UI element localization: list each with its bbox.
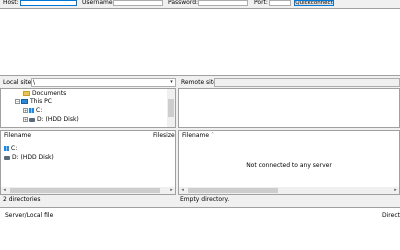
file-row[interactable]: D: (HDD Disk) <box>4 154 54 161</box>
scroll-thumb[interactable] <box>168 99 174 117</box>
scroll-thumb[interactable] <box>10 188 160 193</box>
local-tree[interactable]: Documents − This PC + C: + D: (HDD Disk) <box>0 88 176 128</box>
username-label: Username: <box>82 0 115 6</box>
username-input[interactable] <box>113 0 163 6</box>
file-name: C: <box>11 145 18 152</box>
password-input[interactable] <box>198 0 248 6</box>
expand-icon[interactable]: + <box>23 117 28 122</box>
remote-tree[interactable] <box>178 88 400 128</box>
scroll-right-icon[interactable]: ▸ <box>392 187 399 194</box>
tree-item-label: C: <box>36 107 43 114</box>
tree-item-label: This PC <box>30 98 52 105</box>
drive-icon <box>29 117 35 122</box>
host-label: Host: <box>3 0 19 6</box>
local-status: 2 directories <box>3 196 41 203</box>
tree-item-d-drive[interactable]: + D: (HDD Disk) <box>23 116 79 123</box>
host-input[interactable] <box>20 0 77 6</box>
file-name: D: (HDD Disk) <box>12 154 54 161</box>
remote-status: Empty directory. <box>180 196 230 203</box>
scroll-thumb[interactable] <box>188 188 278 193</box>
tree-item-c-drive[interactable]: + C: <box>23 107 42 114</box>
local-hscrollbar[interactable]: ◂ ▸ <box>1 187 175 194</box>
remote-hscrollbar[interactable]: ◂ ▸ <box>179 187 399 194</box>
local-path-text: \ <box>33 79 36 86</box>
expand-icon[interactable]: + <box>23 108 28 113</box>
folder-icon <box>23 91 30 96</box>
windows-drive-icon <box>29 108 34 113</box>
password-label: Password: <box>168 0 199 6</box>
computer-icon <box>21 99 28 104</box>
tree-item-this-pc[interactable]: − This PC <box>15 98 52 105</box>
remote-site-bar: Remote site: <box>178 77 400 88</box>
drive-icon <box>4 155 10 160</box>
quickconnect-button[interactable]: Quickconnect <box>294 0 334 6</box>
remote-site-input[interactable] <box>214 78 400 87</box>
port-label: Port: <box>254 0 268 6</box>
transfer-queue[interactable]: Server/Local file Directi <box>0 207 400 250</box>
sort-icon: ˄ <box>211 132 214 139</box>
column-filename[interactable]: Filename <box>4 131 31 140</box>
local-site-label: Local site: <box>3 79 34 86</box>
tree-scrollbar[interactable] <box>167 89 175 127</box>
file-row[interactable]: C: <box>4 145 17 152</box>
scroll-right-icon[interactable]: ▸ <box>168 187 175 194</box>
windows-drive-icon <box>4 146 9 151</box>
local-site-bar: Local site: \ ▾ <box>0 77 177 88</box>
tree-item-documents[interactable]: Documents <box>23 90 66 97</box>
port-input[interactable] <box>269 0 291 6</box>
tree-item-label: Documents <box>32 90 67 97</box>
tree-item-label: D: (HDD Disk) <box>37 116 79 123</box>
message-log[interactable] <box>0 8 400 76</box>
local-file-list[interactable]: Filename Filesize C: D: (HDD Disk) ◂ ▸ <box>0 130 176 195</box>
scroll-left-icon[interactable]: ◂ <box>1 187 8 194</box>
column-filename[interactable]: Filename <box>182 131 209 140</box>
column-filesize[interactable]: Filesize <box>153 131 175 140</box>
column-direction[interactable]: Directi <box>382 211 400 220</box>
scroll-left-icon[interactable]: ◂ <box>179 187 186 194</box>
quickconnect-bar: Host: Username: Password: Port: Quickcon… <box>0 0 400 8</box>
chevron-down-icon[interactable]: ▾ <box>168 79 175 86</box>
collapse-icon[interactable]: − <box>15 99 20 104</box>
not-connected-message: Not connected to any server <box>246 162 332 169</box>
local-site-input[interactable]: \ ▾ <box>31 78 176 87</box>
column-server-local-file[interactable]: Server/Local file <box>5 211 53 220</box>
remote-file-list[interactable]: Filename ˄ Not connected to any server ◂… <box>178 130 400 195</box>
